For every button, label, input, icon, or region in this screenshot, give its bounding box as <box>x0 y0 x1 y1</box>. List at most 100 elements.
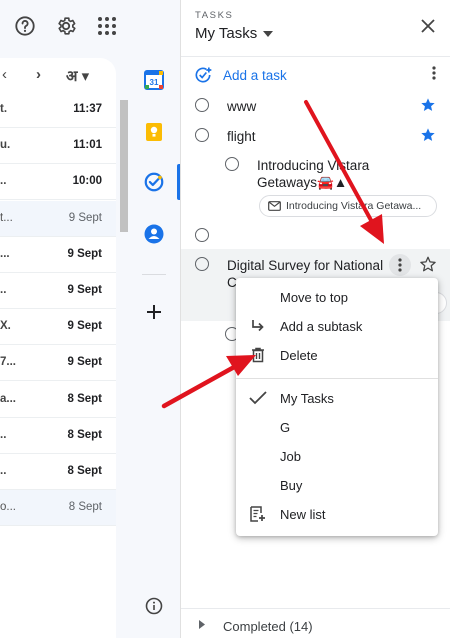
info-icon[interactable] <box>142 594 166 618</box>
email-snippet: a... <box>0 392 16 405</box>
list-options-icon[interactable] <box>432 66 436 85</box>
panel-label: TASKS <box>195 10 234 21</box>
task-title: Introducing Vistara Getaways🚘▲ <box>257 158 370 190</box>
keep-icon[interactable] <box>142 120 166 144</box>
email-time: 8 Sept <box>67 392 102 405</box>
calendar-day-label: 31 <box>150 78 159 87</box>
email-list: ‹ › अ ▾ t. 11:37 u. 11:01.. 10:00 t... 9 Sept.… <box>0 58 116 638</box>
email-row[interactable]: .. 8 Sept <box>0 418 116 454</box>
email-time: 9 Sept <box>68 211 102 224</box>
complete-checkbox[interactable] <box>195 128 209 142</box>
menu-item-delete[interactable]: Delete <box>236 341 438 369</box>
star-icon[interactable] <box>420 127 436 148</box>
email-row[interactable]: ... 9 Sept <box>0 237 116 273</box>
menu-item-label: Delete <box>280 347 318 363</box>
menu-item-list-job[interactable]: Job <box>236 442 438 470</box>
pager: ‹ › अ ▾ <box>0 66 116 88</box>
email-snippet: X. <box>0 320 11 333</box>
email-row[interactable]: .. 9 Sept <box>0 273 116 309</box>
email-snippet: 7... <box>0 356 16 369</box>
calendar-icon[interactable]: 31 <box>142 68 166 92</box>
contacts-icon[interactable] <box>142 222 166 246</box>
email-snippet: .. <box>0 428 7 441</box>
menu-item-label: New list <box>280 506 326 522</box>
gmail-pane: ‹ › अ ▾ t. 11:37 u. 11:01.. 10:00 t... 9 Sept.… <box>0 0 128 638</box>
rail-divider <box>142 274 166 275</box>
menu-item-label: Move to top <box>280 289 348 305</box>
menu-item-new-list[interactable]: New list <box>236 500 438 528</box>
header-divider <box>181 56 450 57</box>
email-time: 9 Sept <box>67 356 102 369</box>
task-context-menu: Move to top Add a subtask Delete My Task… <box>236 278 438 536</box>
email-time: 9 Sept <box>67 284 102 296</box>
email-time: 9 Sept <box>67 247 102 260</box>
menu-item-list-buy[interactable]: Buy <box>236 471 438 499</box>
complete-checkbox[interactable] <box>195 98 209 112</box>
language-label: अ <box>66 68 78 85</box>
email-row[interactable]: a... 8 Sept <box>0 382 116 418</box>
email-snippet: t. <box>0 103 8 115</box>
menu-item-list-g[interactable]: G <box>236 413 438 441</box>
new-list-icon <box>249 505 267 523</box>
check-icon <box>249 389 267 407</box>
menu-item-my-tasks[interactable]: My Tasks <box>236 384 438 412</box>
page-title: My Tasks <box>195 25 258 42</box>
add-addon-icon[interactable] <box>142 300 166 324</box>
task-title: www <box>227 99 257 114</box>
tasks-icon[interactable] <box>142 170 166 194</box>
email-row[interactable]: .. 10:00 <box>0 164 116 201</box>
star-icon[interactable] <box>420 97 436 118</box>
input-tools-button[interactable]: अ ▾ <box>66 66 89 86</box>
add-task-icon <box>195 67 212 83</box>
email-row[interactable]: o... 8 Sept <box>0 490 116 527</box>
task-item[interactable]: www <box>195 98 256 115</box>
dropdown-arrow-icon <box>263 30 274 37</box>
complete-checkbox[interactable] <box>225 157 239 171</box>
menu-item-add-subtask[interactable]: Add a subtask <box>236 312 438 340</box>
add-task-button[interactable]: Add a task <box>193 64 287 86</box>
scrollbar[interactable] <box>120 100 128 232</box>
side-rail: 31 <box>128 0 180 638</box>
trash-icon <box>249 346 267 364</box>
menu-item-label: Buy <box>280 477 303 493</box>
task-list-selector[interactable]: My Tasks <box>195 25 274 42</box>
task-title: flight <box>227 129 256 144</box>
email-snippet: .. <box>0 465 7 477</box>
email-row[interactable]: X. 9 Sept <box>0 309 116 346</box>
email-time: 11:01 <box>73 139 102 152</box>
email-row[interactable]: t... 9 Sept <box>0 200 116 237</box>
apps-grid-icon[interactable] <box>94 13 120 39</box>
task-options-icon[interactable] <box>389 254 411 276</box>
menu-item-label: Add a subtask <box>280 318 363 334</box>
email-link-chip[interactable]: Introducing Vistara Getawa... <box>259 195 437 217</box>
star-outline-icon[interactable] <box>419 255 437 278</box>
email-row[interactable]: 7... 9 Sept <box>0 345 116 382</box>
email-row[interactable]: .. 8 Sept <box>0 454 116 490</box>
task-item[interactable] <box>195 228 227 242</box>
menu-item-label: Job <box>280 448 301 464</box>
complete-checkbox[interactable] <box>195 257 209 271</box>
expand-caret-icon <box>199 620 205 629</box>
mail-icon <box>268 201 281 211</box>
menu-item-label: G <box>280 419 291 435</box>
settings-gear-icon[interactable] <box>53 13 79 39</box>
email-time: 8 Sept <box>67 465 102 477</box>
menu-divider <box>236 378 438 379</box>
subtask-icon <box>249 317 267 335</box>
email-snippet: o... <box>0 501 16 514</box>
email-snippet: u. <box>0 139 11 152</box>
menu-item-move-to-top[interactable]: Move to top <box>236 283 438 311</box>
prev-page-icon[interactable]: ‹ <box>2 66 7 83</box>
email-snippet: .. <box>0 284 7 296</box>
complete-checkbox[interactable] <box>195 228 209 242</box>
task-item[interactable]: flight <box>195 128 256 145</box>
email-row[interactable]: t. 11:37 <box>0 92 116 128</box>
help-icon[interactable] <box>12 13 38 39</box>
email-row[interactable]: u. 11:01 <box>0 128 116 165</box>
completed-section[interactable]: Completed (14) <box>181 608 450 638</box>
completed-label: Completed (14) <box>223 619 313 634</box>
next-page-icon[interactable]: › <box>36 66 41 83</box>
email-snippet: .. <box>0 175 7 188</box>
subtask-item[interactable]: Introducing Vistara Getaways🚘▲ <box>225 157 375 191</box>
close-icon[interactable] <box>416 14 440 38</box>
